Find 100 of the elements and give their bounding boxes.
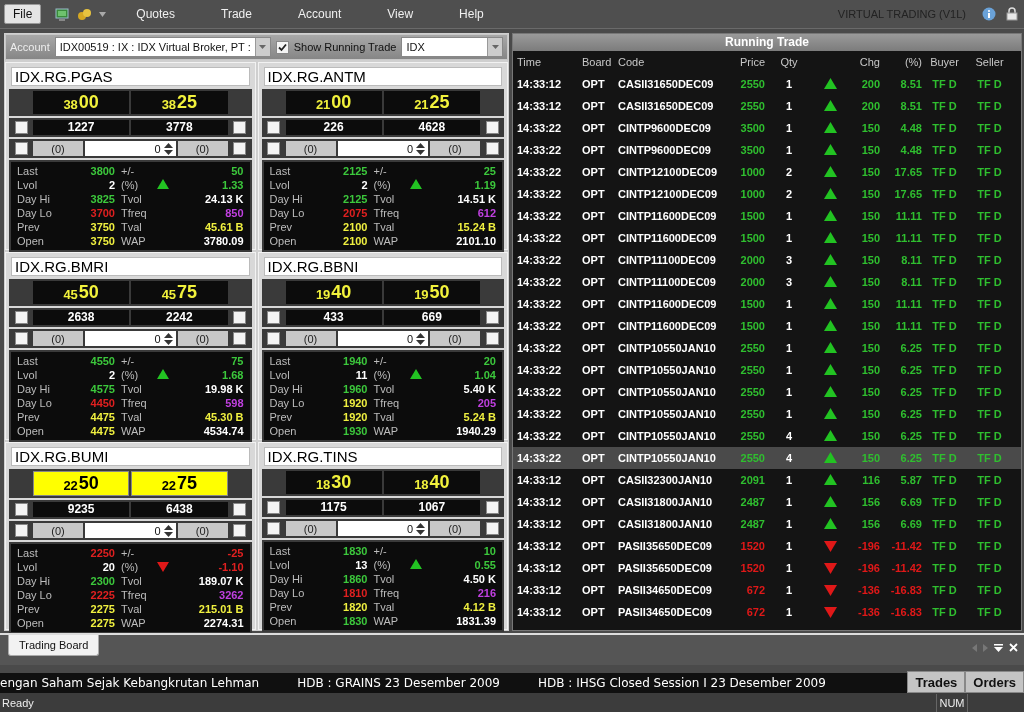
symbol-field[interactable]: IDX.RG.PGAS: [11, 67, 250, 86]
lock-icon[interactable]: [1006, 7, 1018, 21]
caret-icon[interactable]: [99, 11, 107, 17]
table-cell-text: 2550: [739, 408, 765, 420]
offer-order-button[interactable]: (0): [430, 141, 480, 156]
checkbox[interactable]: [233, 332, 246, 345]
spinner-arrows-icon[interactable]: [416, 522, 425, 535]
offer-order-button[interactable]: (0): [177, 523, 228, 538]
symbol-field[interactable]: IDX.RG.BMRI: [11, 257, 250, 276]
stat-value: 2250: [89, 547, 115, 559]
bid-order-button[interactable]: (0): [285, 141, 336, 156]
quantity-spinner[interactable]: 0: [337, 331, 428, 346]
checkbox[interactable]: [14, 332, 28, 345]
menu-item[interactable]: View: [379, 4, 422, 24]
quantity-spinner[interactable]: 0: [337, 141, 428, 156]
checkbox-label[interactable]: Show Running Trade: [293, 41, 397, 53]
spinner-arrows-icon[interactable]: [163, 142, 173, 155]
table-cell-text: CINTP10550JAN10: [618, 364, 717, 376]
checkbox[interactable]: [14, 142, 28, 155]
bid-order-button[interactable]: (0): [285, 521, 336, 536]
checkbox[interactable]: [233, 311, 246, 324]
account-dropdown[interactable]: IDX00519 : IX : IDX Virtual Broker, PT :: [54, 37, 271, 57]
checkbox[interactable]: [485, 121, 499, 134]
checkbox[interactable]: [14, 524, 28, 537]
info-icon[interactable]: [982, 7, 996, 21]
table-cell-text: CINTP9600DEC09: [618, 144, 712, 156]
checkbox[interactable]: [233, 524, 246, 537]
symbol-field[interactable]: IDX.RG.TINS: [263, 447, 502, 466]
table-cell-text: OPT: [582, 122, 606, 134]
screen-icon[interactable]: [55, 7, 70, 21]
stat-label: Open: [269, 235, 298, 247]
table-cell-text: 11.11: [894, 232, 922, 244]
checkbox[interactable]: [267, 501, 280, 514]
menu-item[interactable]: Trade: [213, 4, 260, 24]
spinner-arrows-icon[interactable]: [416, 142, 425, 155]
checkbox[interactable]: [267, 311, 280, 324]
stat-value: 10: [482, 545, 496, 557]
table-cell-text: 1: [784, 232, 794, 244]
table-cell-text: TF D: [931, 232, 958, 244]
checkbox[interactable]: [485, 332, 499, 345]
stat-label: Tfreq: [372, 207, 401, 219]
checkbox[interactable]: [233, 503, 246, 516]
quantity-spinner[interactable]: 0: [85, 331, 176, 346]
dropdown-icon[interactable]: [994, 643, 1003, 652]
table-cell-text: CASII31800JAN10: [618, 496, 714, 508]
checkbox[interactable]: [267, 121, 280, 134]
checkbox[interactable]: [233, 142, 246, 155]
checkbox[interactable]: [14, 121, 28, 134]
quantity-spinner[interactable]: 0: [85, 523, 176, 538]
market-dropdown[interactable]: IDX: [401, 37, 503, 57]
stat-label: Tfreq: [120, 397, 148, 409]
stat-value: 45.61 B: [203, 221, 244, 233]
table-cell-text: OPT: [582, 540, 606, 552]
bid-order-button[interactable]: (0): [33, 523, 83, 538]
ticker-button[interactable]: Trades: [907, 671, 966, 693]
menu-item[interactable]: Quotes: [128, 4, 184, 24]
bid-order-button[interactable]: (0): [33, 141, 83, 156]
bid-order-button[interactable]: (0): [33, 331, 83, 346]
checkbox[interactable]: [485, 522, 499, 535]
offer-order-button[interactable]: (0): [177, 141, 228, 156]
checkbox[interactable]: [14, 503, 28, 516]
quantity-spinner[interactable]: 0: [337, 521, 428, 536]
ticker-button[interactable]: Orders: [965, 671, 1024, 693]
checkbox[interactable]: [267, 522, 280, 535]
table-cell-text: 1520: [739, 562, 765, 574]
coins-icon[interactable]: [77, 7, 92, 21]
table-cell-text: -196: [856, 562, 880, 574]
checkbox[interactable]: [485, 501, 499, 514]
checkbox[interactable]: [267, 332, 280, 345]
table-cell-text: 1: [784, 540, 794, 552]
table-cell-text: 1: [784, 144, 794, 156]
checkbox[interactable]: [485, 142, 499, 155]
offer-order-button[interactable]: (0): [177, 331, 228, 346]
table-cell-text: 2091: [739, 474, 765, 486]
symbol-field[interactable]: IDX.RG.ANTM: [263, 67, 502, 86]
offer-order-button[interactable]: (0): [430, 331, 480, 346]
bid-order-button[interactable]: (0): [285, 331, 336, 346]
menu-item[interactable]: Account: [289, 4, 350, 24]
symbol-field[interactable]: IDX.RG.BBNI: [263, 257, 502, 276]
stat-label: WAP: [372, 235, 400, 247]
checkbox[interactable]: [485, 311, 499, 324]
tab[interactable]: Trading Board: [8, 635, 100, 656]
menu-item[interactable]: Help: [451, 4, 492, 24]
checkbox[interactable]: [233, 121, 246, 134]
checkbox[interactable]: [275, 40, 289, 54]
spinner-arrows-icon[interactable]: [416, 332, 425, 345]
close-icon[interactable]: [1009, 643, 1018, 652]
offer-order-button[interactable]: (0): [430, 521, 480, 536]
table-cell-text: TF D: [976, 210, 1003, 222]
spinner-arrows-icon[interactable]: [163, 524, 173, 537]
symbol-field[interactable]: IDX.RG.BUMI: [11, 447, 250, 466]
checkbox[interactable]: [267, 142, 280, 155]
selected-row[interactable]: 14:33:22 OPT CINTP10550JAN10 2550 4 150 6.25 TF D TF D: [513, 447, 1021, 469]
stat-value: 1.68: [221, 369, 244, 381]
checkbox[interactable]: [14, 311, 28, 324]
spinner-arrows-icon[interactable]: [163, 332, 173, 345]
menu-item[interactable]: File: [4, 4, 42, 24]
table-cell-text: CINTP10550JAN10: [618, 342, 717, 354]
quantity-spinner[interactable]: 0: [85, 141, 176, 156]
stat-value: 2125: [342, 165, 368, 177]
